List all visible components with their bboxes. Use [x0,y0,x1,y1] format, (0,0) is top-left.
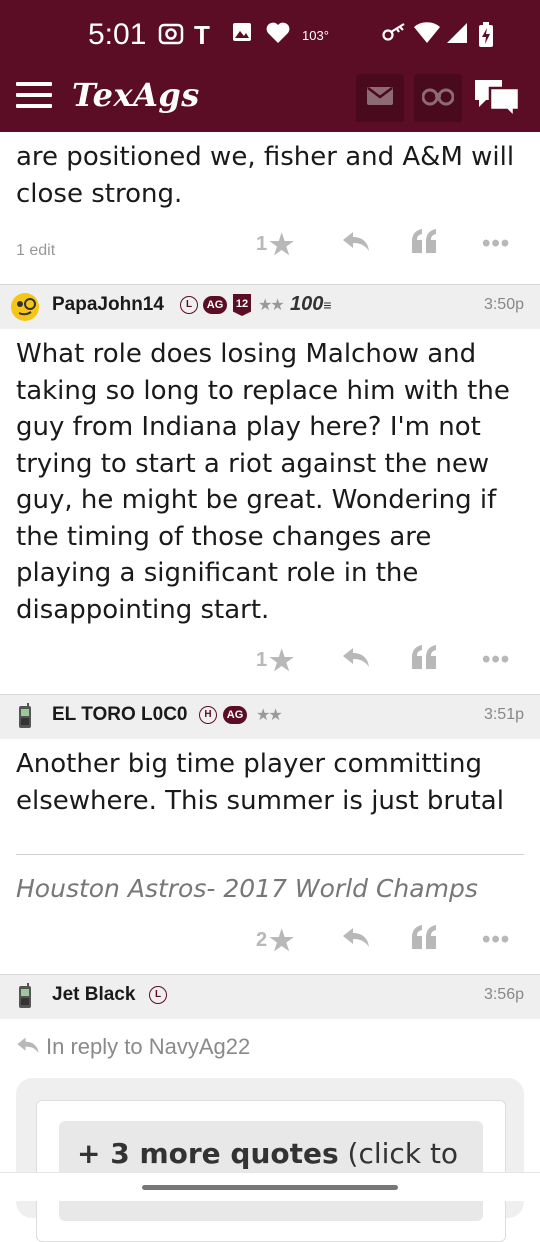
reply-arrow-icon [342,926,370,954]
post-actions: 2 ★ ••• [0,920,540,960]
wifi-icon [414,22,440,51]
messages-button[interactable] [356,74,404,122]
more-quotes-label: + 3 more quotes (click to [77,1137,459,1170]
more-options-icon[interactable]: ••• [482,224,510,264]
badge-12: 12 [233,294,251,316]
system-nav-bar [0,1172,540,1201]
heart-icon [266,22,290,51]
badge-l: L [180,296,198,314]
star-icon: ★ [269,644,295,676]
following-button[interactable] [414,74,462,122]
reply-to-text: In reply to NavyAg22 [46,1034,251,1059]
avatar[interactable] [10,982,40,1012]
key-icon [382,22,408,49]
star-count: 1 [256,232,268,255]
quote-button[interactable] [410,920,438,960]
mail-icon [366,86,394,110]
more-options-icon[interactable]: ••• [482,640,510,680]
chat-bubbles-icon[interactable] [472,76,522,121]
badge-h: H [199,706,217,724]
post-actions: 1 ★ ••• [0,640,540,680]
star-icon: ★ [269,228,295,260]
signal-icon [446,22,468,51]
quote-icon [410,645,438,675]
app-bar: TexAgs [0,68,540,132]
badge-stars: ★★ [256,705,283,724]
in-reply-to-link[interactable]: In reply to NavyAg22 [16,1034,250,1060]
binoculars-icon [421,86,455,110]
reply-button[interactable] [342,640,370,680]
username[interactable]: Jet Black [52,984,135,1006]
star-count: 2 [256,928,268,951]
post-body: are positioned we, fisher and A&M will c… [16,142,515,209]
home-gesture-handle[interactable] [142,1185,398,1190]
t-mobile-icon: T [194,20,210,50]
status-time: 5:01 [88,18,147,51]
quote-icon [410,925,438,955]
star-button[interactable]: 1 ★ [256,224,294,264]
star-icon: ★ [269,924,295,956]
post-time: 3:50p [483,296,524,313]
post-header: Jet Black L 3:56p [0,974,540,1019]
photo-icon [232,22,252,49]
post-time: 3:51p [483,706,524,723]
reply-arrow-icon [16,1034,40,1060]
star-button[interactable]: 2 ★ [256,920,294,960]
quote-button[interactable] [410,224,438,264]
username[interactable]: PapaJohn14 [52,294,164,316]
temperature: 103° [302,28,329,43]
quote-button[interactable] [410,640,438,680]
star-button[interactable]: 1 ★ [256,640,294,680]
reply-arrow-icon [342,646,370,674]
badge-stars: ★★ [258,295,285,314]
more-options-icon[interactable]: ••• [482,920,510,960]
post-body-container: What role does losing Malchow and taking… [0,336,540,628]
post-time: 3:56p [483,986,524,1003]
post-header: PapaJohn14 L AG 12 ★★ 100≡ 3:50p [0,284,540,329]
badge-ag: AG [223,706,247,724]
battery-charging-icon [478,22,494,55]
signature: Houston Astros- 2017 World Champs [16,874,478,903]
nested-quote: + 3 more quotes (click to [36,1100,506,1242]
signature-divider [16,854,524,855]
post-body: What role does losing Malchow and taking… [16,339,510,625]
hamburger-menu-icon[interactable] [16,82,52,112]
badge-ag: AG [203,296,227,314]
more-quotes-button[interactable]: + 3 more quotes (click to [59,1121,483,1221]
post-continuation: are positioned we, fisher and A&M will c… [0,134,540,212]
post-actions: 1 ★ ••• [0,224,540,264]
avatar[interactable] [10,292,40,322]
quote-icon [410,229,438,259]
site-logo[interactable]: TexAgs [72,76,200,114]
post-body: Another big time player committing elsew… [16,749,504,816]
badge-l: L [149,986,167,1004]
post-header: EL TORO L0C0 H AG ★★ 3:51p [0,694,540,739]
status-bar: 5:01 T 103° [0,0,540,68]
screen-record-icon [158,22,184,53]
reply-button[interactable] [342,920,370,960]
reply-arrow-icon [342,230,370,258]
username[interactable]: EL TORO L0C0 [52,704,188,726]
badge-100: 100≡ [290,293,332,315]
avatar[interactable] [10,702,40,732]
star-count: 1 [256,648,268,671]
post-body-container: Another big time player committing elsew… [0,746,540,819]
reply-button[interactable] [342,224,370,264]
